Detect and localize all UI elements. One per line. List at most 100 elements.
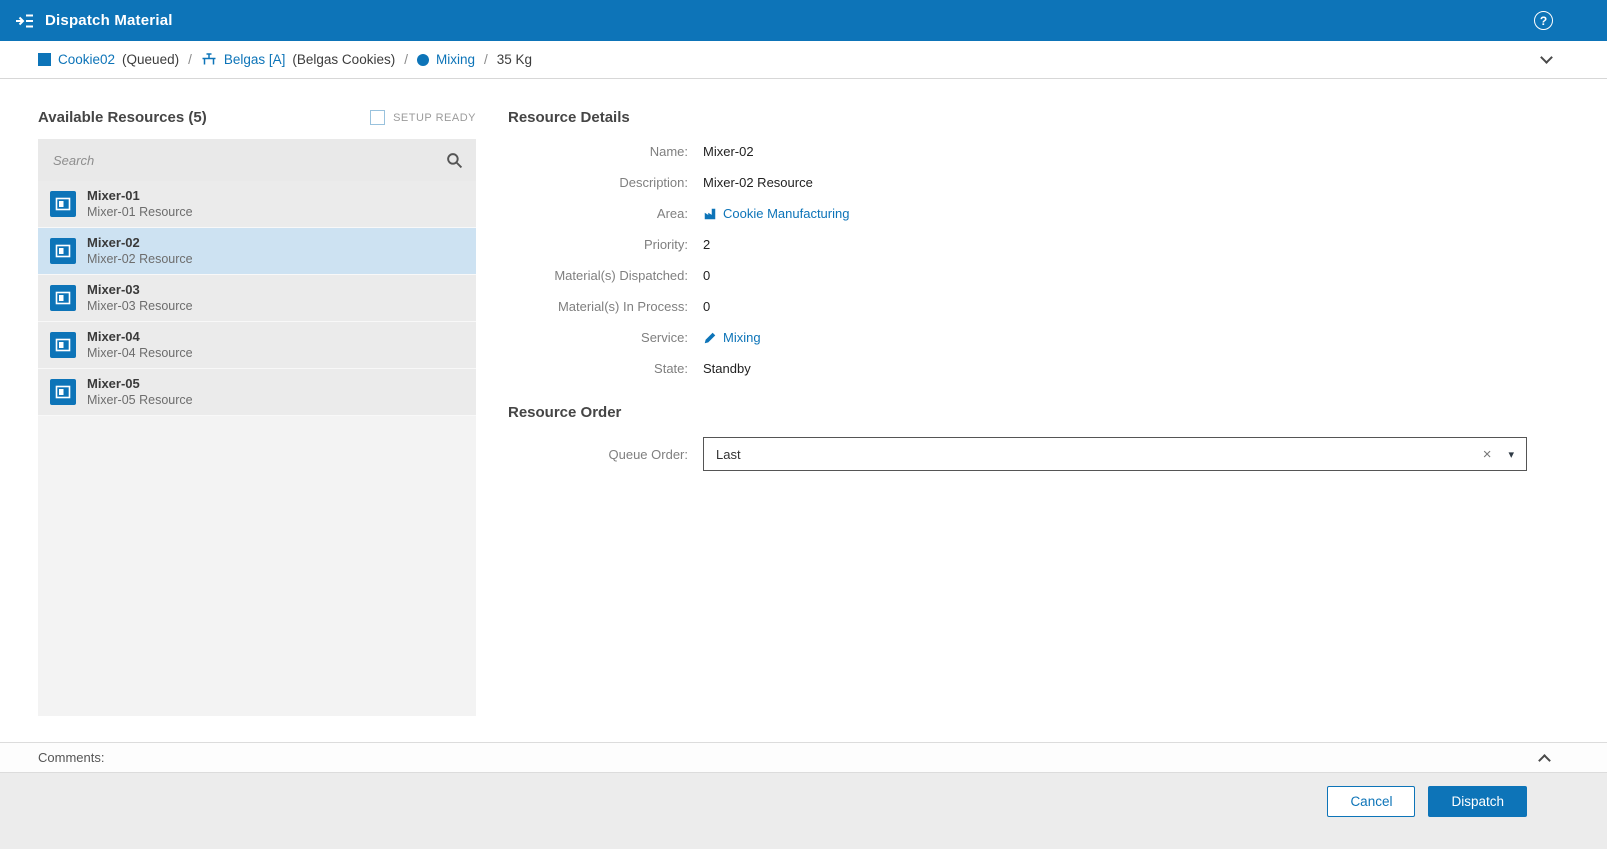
search-input[interactable] [51, 151, 446, 169]
material-state: (Queued) [122, 52, 180, 67]
dispatch-button[interactable]: Dispatch [1428, 786, 1527, 817]
select-controls: × ▾ [1483, 447, 1514, 462]
setup-ready-checkbox[interactable] [370, 110, 386, 125]
resource-description: Mixer-02 Resource [87, 252, 193, 266]
resource-text: Mixer-01 Mixer-01 Resource [87, 188, 193, 220]
header-bar: Dispatch Material ? [0, 0, 1607, 41]
field-value: Cookie Manufacturing [703, 206, 849, 221]
area-icon [703, 207, 717, 221]
resource-order-title: Resource Order [508, 404, 622, 421]
detail-row-area: Area: Cookie Manufacturing [508, 202, 1527, 225]
resource-text: Mixer-04 Mixer-04 Resource [87, 329, 193, 361]
resource-icon [50, 285, 76, 311]
field-label: Service: [641, 330, 688, 345]
main-content: Available Resources (5) SETUP READY Sear… [0, 79, 1607, 742]
resource-name: Mixer-01 [87, 188, 140, 203]
equipment-link[interactable]: Belgas [A] [224, 52, 286, 67]
field-value: Standby [703, 361, 751, 376]
breadcrumb-separator: / [483, 52, 488, 67]
detail-row-description: Description: Mixer-02 Resource [508, 171, 1527, 194]
resource-text: Mixer-05 Mixer-05 Resource [87, 376, 193, 408]
resource-list-item[interactable]: Mixer-03 Mixer-03 Resource [38, 275, 476, 322]
chevron-up-icon[interactable] [1538, 753, 1551, 767]
resource-details-title: Resource Details [508, 109, 630, 126]
queue-order-row: Queue Order: Last × ▾ [508, 437, 1527, 471]
field-label: Name: [649, 144, 688, 159]
comments-expand-control[interactable] [1538, 751, 1551, 767]
detail-row-name: Name: Mixer-02 [508, 140, 1527, 163]
field-label: Priority: [643, 237, 688, 252]
resource-list-item[interactable]: Mixer-05 Mixer-05 Resource [38, 369, 476, 416]
resource-icon [50, 191, 76, 217]
resource-description: Mixer-01 Resource [87, 205, 193, 219]
field-value: 0 [703, 268, 711, 283]
field-label: Material(s) Dispatched: [554, 268, 688, 283]
breadcrumb-separator: / [404, 52, 408, 67]
clear-icon[interactable]: × [1483, 447, 1492, 462]
resource-details-section: Resource Details Name: Mixer-02 Descript… [508, 109, 1527, 742]
service-link[interactable]: Mixing [723, 330, 761, 345]
resource-icon [50, 332, 76, 358]
resource-order-section: Resource Order Queue Order: Last × ▾ [508, 404, 1527, 471]
available-resources-title: Available Resources (5) [38, 109, 207, 126]
queue-order-value: Last [716, 446, 741, 462]
field-value: Mixer-02 [703, 144, 754, 159]
resource-list-item[interactable]: Mixer-04 Mixer-04 Resource [38, 322, 476, 369]
comments-bar[interactable]: Comments: [0, 742, 1607, 773]
detail-row-materials-dispatched: Material(s) Dispatched: 0 [508, 264, 1527, 287]
breadcrumb-step: Mixing [416, 52, 475, 67]
field-value: Mixing [703, 330, 761, 345]
equipment-description: (Belgas Cookies) [292, 52, 396, 67]
setup-ready-label: SETUP READY [393, 111, 476, 124]
material-icon [38, 53, 51, 66]
resource-description: Mixer-05 Resource [87, 393, 193, 407]
field-value: Mixer-02 Resource [703, 175, 813, 190]
field-label: Description: [619, 175, 688, 190]
area-link[interactable]: Cookie Manufacturing [723, 206, 849, 221]
equipment-icon [201, 52, 217, 68]
resource-search-bar [38, 139, 476, 181]
resource-icon [50, 379, 76, 405]
setup-ready-control: SETUP READY [370, 110, 476, 125]
breadcrumb: Cookie02 (Queued) / Belgas [A] (Belgas C… [0, 41, 1607, 79]
step-icon [416, 53, 429, 66]
detail-row-materials-in-process: Material(s) In Process: 0 [508, 295, 1527, 318]
detail-row-service: Service: Mixing [508, 326, 1527, 349]
queue-order-select[interactable]: Last × ▾ [703, 437, 1527, 471]
dispatch-material-icon [15, 11, 35, 31]
resource-list: Mixer-01 Mixer-01 Resource Mixer-02 Mixe… [38, 181, 476, 716]
breadcrumb-equipment: Belgas [A] (Belgas Cookies) [201, 52, 395, 68]
resource-icon [50, 238, 76, 264]
resource-description: Mixer-04 Resource [87, 346, 193, 360]
cancel-button[interactable]: Cancel [1327, 786, 1416, 817]
service-icon [703, 331, 717, 345]
resource-list-item[interactable]: Mixer-02 Mixer-02 Resource [38, 228, 476, 275]
caret-down-icon[interactable]: ▾ [1508, 448, 1514, 461]
resource-text: Mixer-03 Mixer-03 Resource [87, 282, 193, 314]
available-resources-header: Available Resources (5) SETUP READY [38, 109, 476, 126]
resource-name: Mixer-03 [87, 282, 140, 297]
footer-bar: Cancel Dispatch [0, 773, 1607, 849]
field-value: 0 [703, 299, 711, 314]
field-label: Area: [656, 206, 688, 221]
field-value: 2 [703, 237, 711, 252]
detail-row-state: State: Standby [508, 357, 1527, 380]
resource-name: Mixer-05 [87, 376, 140, 391]
step-link[interactable]: Mixing [436, 52, 475, 67]
available-resources-section: Available Resources (5) SETUP READY Sear… [38, 109, 476, 742]
resource-name: Mixer-02 [87, 235, 140, 250]
resource-details-fields: Name: Mixer-02 Description: Mixer-02 Res… [508, 140, 1527, 380]
breadcrumb-separator: / [188, 52, 192, 67]
resource-list-item[interactable]: Mixer-01 Mixer-01 Resource [38, 181, 476, 228]
dispatch-material-dialog: Dispatch Material ? Cookie02 (Queued) / … [0, 0, 1607, 849]
help-icon[interactable]: ? [1534, 11, 1553, 30]
breadcrumb-collapse-control[interactable] [1540, 51, 1553, 64]
chevron-down-icon[interactable] [1540, 51, 1553, 64]
material-link[interactable]: Cookie02 [58, 52, 115, 67]
search-icon[interactable] [446, 152, 463, 169]
resource-name: Mixer-04 [87, 329, 140, 344]
resource-description: Mixer-03 Resource [87, 299, 193, 313]
resources-panel: Mixer-01 Mixer-01 Resource [38, 139, 476, 716]
resource-text: Mixer-02 Mixer-02 Resource [87, 235, 193, 267]
quantity-label: 35 Kg [496, 52, 533, 67]
